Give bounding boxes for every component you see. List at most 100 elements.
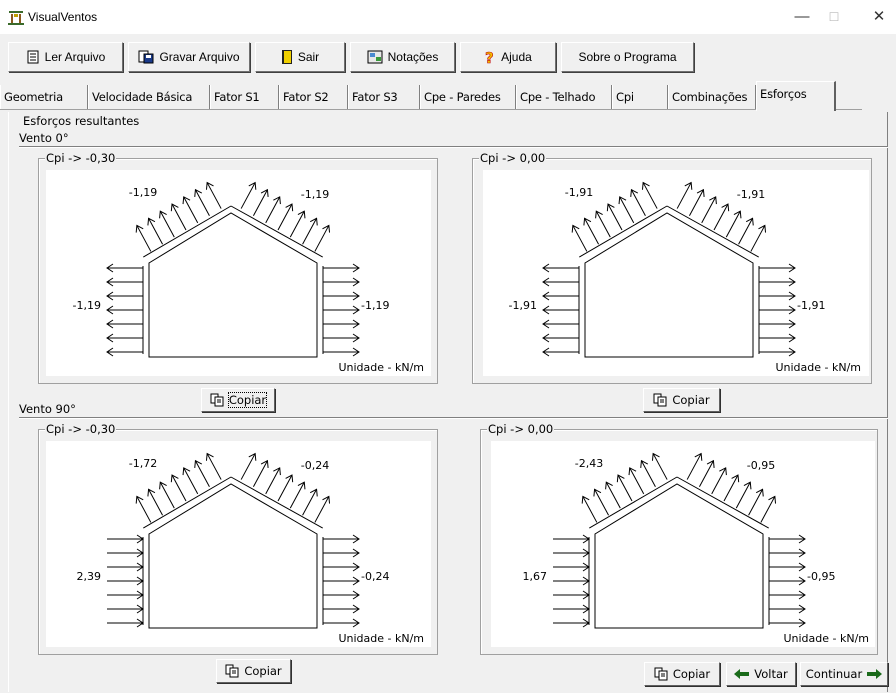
force-arrow-shaft — [735, 481, 751, 509]
diagram-canvas: -1,19 -1,19 -1,19 -1,19 Unidade - kN/m — [46, 170, 431, 376]
help-button[interactable]: ? Ajuda — [460, 42, 556, 72]
force-arrow-shaft — [629, 467, 645, 495]
cpi-label: Cpi -> 0,00 — [479, 151, 547, 165]
copy-button[interactable]: Copiar — [201, 388, 275, 412]
back-button[interactable]: Voltar — [726, 662, 796, 686]
left-roof-value: -2,43 — [575, 457, 603, 470]
copy-button[interactable]: Copiar — [216, 659, 291, 683]
force-arrow-shaft — [652, 453, 668, 480]
copy-icon — [654, 667, 668, 681]
save-file-icon — [138, 50, 154, 64]
continue-label: Continuar — [805, 667, 863, 681]
force-arrow-shaft — [136, 496, 152, 523]
exit-door-icon — [281, 50, 292, 64]
diagram-group-1-1: Cpi -> 0,00 1,67 -0,95 -2,43 -0,95 Unidade -… — [480, 422, 878, 655]
close-button[interactable]: ✕ — [856, 0, 896, 34]
tab-cpe-paredes[interactable]: Cpe - Paredes — [420, 85, 516, 109]
force-arrow-shaft — [194, 460, 210, 487]
open-file-button[interactable]: Ler Arquivo — [8, 42, 123, 72]
tab-divider — [0, 109, 862, 110]
force-arrow-shaft — [194, 189, 210, 216]
svg-text:?: ? — [485, 49, 494, 65]
save-file-label: Gravar Arquivo — [159, 50, 240, 64]
force-arrow-shaft — [136, 225, 152, 252]
continue-button[interactable]: Continuar — [800, 662, 888, 686]
force-arrow-shaft — [711, 467, 727, 495]
force-arrow-shaft — [725, 210, 741, 238]
unit-label: Unidade - kN/m — [338, 632, 424, 645]
left-wall-value: 2,39 — [77, 570, 102, 583]
roof-load-line-left — [143, 476, 232, 529]
help-label: Ajuda — [501, 50, 532, 64]
left-roof-value: -1,19 — [129, 186, 157, 199]
tab-strip: Geometria Velocidade Básica Fator S1 Fat… — [0, 80, 896, 112]
force-arrow-shaft — [642, 182, 658, 209]
roof-load-line-left — [579, 205, 668, 258]
notation-button[interactable]: Notações — [350, 42, 455, 72]
left-wall-value: 1,67 — [523, 570, 548, 583]
maximize-button[interactable]: ☐ — [811, 0, 857, 34]
force-arrow-shaft — [183, 467, 199, 495]
about-button[interactable]: Sobre o Programa — [561, 42, 694, 72]
unit-label: Unidade - kN/m — [775, 361, 861, 374]
notation-icon — [367, 50, 383, 64]
tab-cpe-telhado[interactable]: Cpe - Telhado — [516, 85, 612, 109]
force-arrow-shaft — [289, 481, 305, 509]
tab-fator-s3[interactable]: Fator S3 — [348, 85, 420, 109]
title-bar: VisualVentos — ☐ ✕ — [0, 0, 896, 34]
about-label: Sobre o Programa — [578, 50, 677, 64]
force-arrow-shaft — [240, 453, 256, 480]
tab-fator-s1[interactable]: Fator S1 — [210, 85, 279, 109]
force-arrow-shaft — [676, 182, 692, 209]
copy-label: Copiar — [672, 667, 711, 681]
force-arrow-shaft — [171, 203, 187, 231]
force-arrow-shaft — [289, 210, 305, 238]
section-title-1: Vento 90° — [19, 402, 76, 416]
force-arrow-shaft — [748, 489, 764, 516]
force-diagram: 2,39 -0,24 -1,72 -0,24 Unidade - kN/m — [77, 452, 424, 645]
exit-button[interactable]: Sair — [255, 42, 345, 72]
force-arrow-shaft — [686, 453, 702, 480]
back-label: Voltar — [754, 667, 788, 681]
left-wall-value: -1,19 — [73, 299, 101, 312]
copy-label: Copiar — [227, 392, 268, 408]
arrow-left-icon — [734, 669, 750, 679]
force-arrow-shaft — [738, 218, 754, 245]
section-divider-0 — [19, 146, 888, 148]
left-roof-value: -1,91 — [565, 186, 593, 199]
copy-button[interactable]: Copiar — [644, 662, 720, 686]
right-roof-value: -0,95 — [747, 459, 775, 472]
tab-esforcos[interactable]: Esforços — [756, 81, 836, 111]
force-arrow-shaft — [595, 210, 611, 238]
copy-label: Copiar — [672, 393, 710, 407]
panel-title: Esforços resultantes — [23, 114, 140, 128]
force-arrow-shaft — [277, 474, 293, 502]
tab-fator-s2[interactable]: Fator S2 — [279, 85, 348, 109]
right-roof-value: -0,24 — [301, 459, 329, 472]
force-arrow-shaft — [605, 481, 621, 509]
arrow-right-icon — [867, 669, 883, 679]
force-arrow-shaft — [159, 481, 175, 509]
force-arrow-shaft — [688, 189, 704, 216]
copy-button[interactable]: Copiar — [643, 388, 720, 412]
open-file-label: Ler Arquivo — [44, 50, 106, 64]
save-file-button[interactable]: Gravar Arquivo — [128, 42, 250, 72]
diagram-canvas: 1,67 -0,95 -2,43 -0,95 Unidade - kN/m — [491, 441, 875, 647]
force-arrow-shaft — [630, 189, 646, 216]
force-arrow-shaft — [171, 474, 187, 502]
force-arrow-shaft — [265, 467, 281, 495]
tab-velocidade-basica[interactable]: Velocidade Básica — [88, 85, 210, 109]
force-arrow-shaft — [750, 225, 766, 252]
tab-geometria[interactable]: Geometria — [0, 85, 88, 109]
force-arrow-shaft — [572, 225, 588, 252]
force-arrow-shaft — [265, 196, 281, 224]
left-wall-value: -1,91 — [509, 299, 537, 312]
tab-cpi[interactable]: Cpi — [612, 85, 668, 109]
diagram-group-0-1: Cpi -> 0,00 -1,91 -1,91 -1,91 -1,91 Unidade … — [472, 151, 872, 384]
copy-label: Copiar — [244, 664, 282, 678]
tab-combinacoes[interactable]: Combinações — [668, 85, 756, 109]
toolbar: Ler Arquivo Gravar Arquivo Sair Notações… — [0, 34, 896, 74]
right-wall-value: -1,91 — [797, 299, 825, 312]
copy-icon — [653, 393, 667, 407]
force-arrow-shaft — [159, 210, 175, 238]
